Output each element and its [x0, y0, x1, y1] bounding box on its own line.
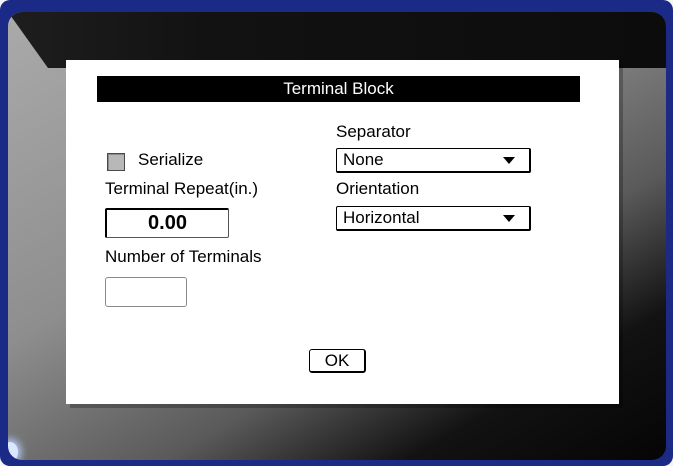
number-of-terminals-input[interactable] [105, 277, 187, 307]
serialize-checkbox[interactable] [107, 153, 125, 171]
screen-glow [8, 442, 18, 460]
number-of-terminals-label: Number of Terminals [105, 247, 262, 266]
ok-button[interactable]: OK [309, 349, 366, 373]
chevron-down-icon [503, 215, 515, 222]
screen: Terminal Block Separator Serialize None … [8, 12, 666, 460]
terminal-block-dialog: Terminal Block Separator Serialize None … [66, 60, 619, 404]
orientation-dropdown[interactable]: Horizontal [336, 206, 531, 231]
orientation-label: Orientation [336, 179, 420, 198]
orientation-value: Horizontal [343, 208, 420, 227]
chevron-down-icon [503, 157, 515, 164]
terminal-repeat-input[interactable]: 0.00 [105, 208, 229, 238]
separator-value: None [343, 150, 384, 169]
separator-label: Separator [336, 122, 411, 141]
dialog-title: Terminal Block [97, 76, 580, 102]
device-frame: Terminal Block Separator Serialize None … [0, 0, 673, 466]
separator-dropdown[interactable]: None [336, 148, 531, 173]
serialize-label: Serialize [138, 150, 204, 169]
terminal-repeat-label: Terminal Repeat(in.) [105, 179, 259, 198]
